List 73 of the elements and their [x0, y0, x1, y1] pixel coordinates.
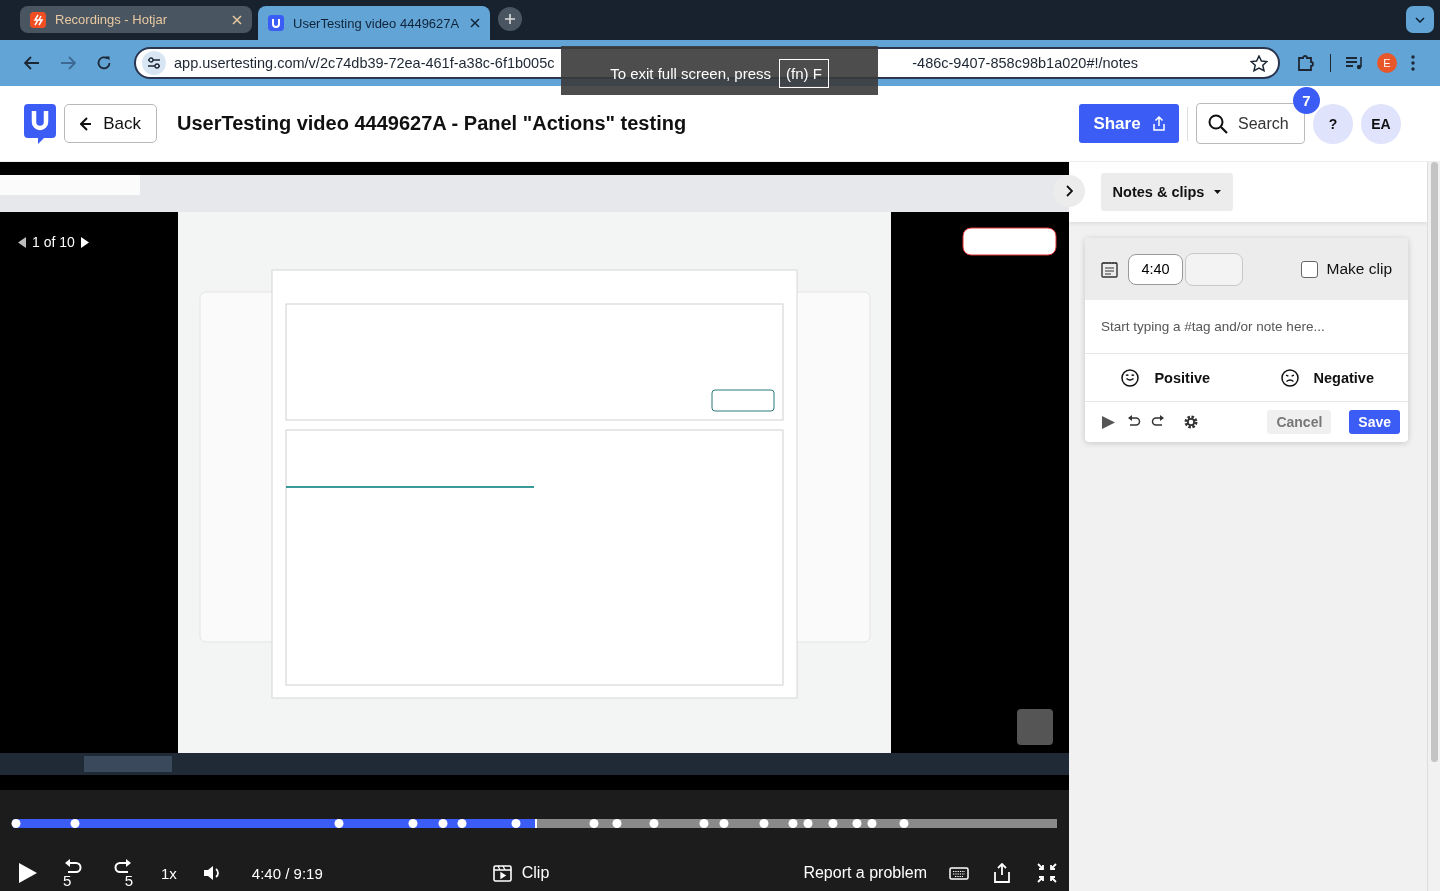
smiling-face-icon	[1121, 368, 1140, 387]
url-text: -486c-9407-858c98b1a020#!/notes	[912, 55, 1138, 71]
usertesting-logo[interactable]	[24, 103, 56, 144]
play-button[interactable]	[18, 862, 38, 884]
back-button[interactable]: Back	[64, 104, 157, 143]
reload-icon[interactable]	[96, 55, 112, 71]
rewind-5-button[interactable]: 5	[63, 858, 83, 888]
bookmark-star-icon[interactable]	[1250, 54, 1268, 72]
close-icon[interactable]	[470, 18, 480, 28]
share-button[interactable]: Share	[1079, 104, 1179, 143]
notes-clips-dropdown[interactable]: Notes & clips	[1101, 173, 1233, 211]
play-icon[interactable]	[1101, 414, 1116, 430]
key-hint: (fn) F	[779, 59, 829, 88]
plus-icon	[504, 13, 516, 25]
fullscreen-button[interactable]	[1037, 863, 1057, 883]
site-settings-icon	[147, 57, 161, 69]
menu-icon[interactable]	[1411, 55, 1415, 71]
caret-icon	[1214, 190, 1222, 194]
hotjar-logo-icon	[30, 11, 46, 28]
search-button[interactable]: Search	[1196, 103, 1305, 144]
share-button[interactable]	[994, 863, 1010, 883]
video-title: UserTesting video 4449627A - Panel "Actions" testing	[177, 112, 688, 135]
media-control-icon[interactable]	[1345, 55, 1363, 71]
back-arrow-icon[interactable]	[24, 56, 40, 70]
browser-tab[interactable]: UserTesting video 4449627A	[258, 6, 490, 40]
share-icon	[1152, 116, 1165, 131]
clip-button[interactable]: Clip	[492, 864, 550, 882]
keyboard-icon	[949, 866, 969, 880]
volume-button[interactable]	[202, 865, 221, 881]
forward-5-button[interactable]: 5	[113, 858, 133, 888]
notification-badge: 7	[1293, 87, 1320, 114]
end-time-field[interactable]	[1185, 252, 1243, 286]
rewind-icon	[63, 858, 83, 873]
task-counter: 1 of 10	[32, 234, 75, 250]
note-input[interactable]: Start typing a #tag and/or note here...	[1101, 319, 1393, 334]
cancel-button[interactable]: Cancel	[1267, 410, 1332, 434]
help-button[interactable]: ?	[1313, 103, 1353, 144]
frowning-face-icon	[1280, 368, 1299, 387]
play-icon	[18, 862, 38, 884]
usertesting-logo-icon	[268, 15, 284, 31]
positive-sentiment-button[interactable]: Positive	[1085, 354, 1247, 401]
keyboard-shortcuts-button[interactable]	[949, 866, 969, 880]
browser-tab[interactable]: Recordings - Hotjar	[20, 6, 252, 33]
report-problem-link[interactable]: Report a problem	[803, 864, 927, 882]
new-tab-button[interactable]	[498, 7, 522, 31]
make-clip-label: Make clip	[1326, 260, 1393, 278]
make-clip-checkbox[interactable]	[1300, 260, 1318, 278]
start-time-field[interactable]: 4:40	[1128, 253, 1183, 285]
user-avatar[interactable]: EA	[1361, 103, 1401, 144]
profile-avatar[interactable]: E	[1377, 53, 1397, 73]
url-text: app.usertesting.com/v/2c74db39-72ea-461f-a38c-6f1b005c	[174, 55, 555, 71]
negative-sentiment-button[interactable]: Negative	[1246, 354, 1409, 401]
forward-icon	[113, 858, 133, 873]
tab-search-button[interactable]	[1406, 6, 1434, 33]
previous-icon[interactable]	[18, 236, 26, 248]
playback-time: 4:40 / 9:19	[251, 864, 323, 882]
next-icon[interactable]	[80, 236, 89, 248]
speed-button[interactable]: 1x	[161, 864, 177, 882]
note-field[interactable]: Start typing a #tag and/or note here...	[1085, 300, 1409, 354]
save-button[interactable]: Save	[1349, 410, 1401, 434]
toast-text: To exit full screen, press	[610, 65, 772, 82]
settings-icon[interactable]	[1183, 414, 1199, 430]
extensions-icon[interactable]	[1296, 53, 1316, 73]
arrow-left-icon	[80, 116, 92, 131]
volume-icon	[202, 865, 221, 881]
search-icon	[1208, 113, 1228, 134]
share-icon	[994, 863, 1010, 883]
chevron-down-icon	[1415, 16, 1425, 23]
notepad-icon	[1101, 260, 1118, 278]
exit-fullscreen-icon	[1037, 863, 1057, 883]
scrollbar-thumb[interactable]	[1430, 162, 1438, 762]
clip-icon	[492, 864, 512, 882]
chevron-right-icon	[1065, 185, 1073, 197]
